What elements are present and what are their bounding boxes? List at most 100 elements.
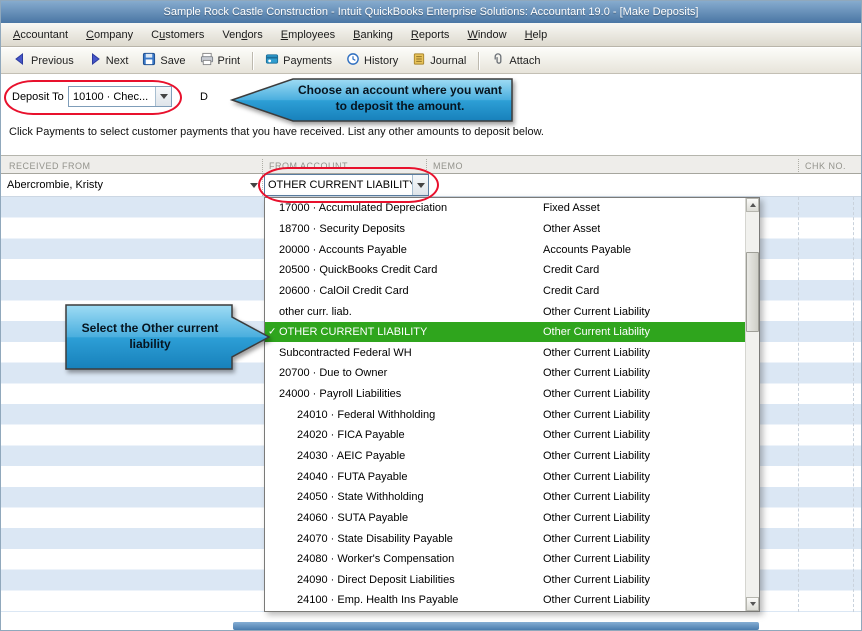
account-type: Other Current Liability xyxy=(543,594,650,607)
menu-bar: Accountant Company Customers Vendors Emp… xyxy=(1,23,861,47)
column-divider xyxy=(853,197,854,612)
account-dropdown-list: 17000 · Accumulated Depreciation Fixed A… xyxy=(264,197,760,612)
next-button[interactable]: Next xyxy=(81,50,136,72)
menu-item[interactable]: Employees xyxy=(272,25,344,45)
window-title: Sample Rock Castle Construction - Intuit… xyxy=(163,6,699,18)
account-option[interactable]: 24090 · Direct Deposit Liabilities Other… xyxy=(265,570,745,591)
date-label-partial: D xyxy=(200,91,208,103)
received-from-dropdown-button[interactable] xyxy=(246,182,262,188)
account-option[interactable]: 24000 · Payroll Liabilities Other Curren… xyxy=(265,384,745,405)
account-option[interactable]: 20700 · Due to Owner Other Current Liabi… xyxy=(265,363,745,384)
account-name: 20600 · CalOil Credit Card xyxy=(279,284,409,297)
window-bottom-edge xyxy=(233,622,759,630)
account-name: 24000 · Payroll Liabilities xyxy=(279,388,402,401)
scroll-down-button[interactable] xyxy=(746,597,759,611)
account-type: Other Current Liability xyxy=(543,573,650,586)
account-dropdown-items: 17000 · Accumulated Depreciation Fixed A… xyxy=(265,198,745,611)
received-from-value: Abercrombie, Kristy xyxy=(7,179,103,191)
scrollbar-thumb[interactable] xyxy=(746,252,759,332)
previous-arrow-icon xyxy=(13,52,27,69)
account-type: Other Current Liability xyxy=(543,491,650,504)
account-option[interactable]: 24100 · Emp. Health Ins Payable Other Cu… xyxy=(265,590,745,611)
account-name: 24020 · FICA Payable xyxy=(297,429,405,442)
triangle-down-icon xyxy=(749,602,756,606)
from-account-dropdown-button[interactable] xyxy=(412,175,428,195)
print-button[interactable]: Print xyxy=(193,50,248,72)
account-option[interactable]: 24010 · Federal Withholding Other Curren… xyxy=(265,404,745,425)
account-name: 24010 · Federal Withholding xyxy=(297,408,436,421)
account-type: Other Current Liability xyxy=(543,429,650,442)
received-from-combobox[interactable]: Abercrombie, Kristy xyxy=(1,174,263,196)
account-name: 24050 · State Withholding xyxy=(297,491,424,504)
account-type: Other Current Liability xyxy=(543,470,650,483)
column-divider xyxy=(262,159,263,172)
account-type: Other Current Liability xyxy=(543,532,650,545)
payments-button[interactable]: Payments xyxy=(258,50,339,72)
account-name: other curr. liab. xyxy=(279,305,352,318)
account-name: 20700 · Due to Owner xyxy=(279,367,388,380)
account-option[interactable]: 20500 · QuickBooks Credit Card Credit Ca… xyxy=(265,260,745,281)
menu-item[interactable]: Reports xyxy=(402,25,459,45)
account-type: Other Current Liability xyxy=(543,388,650,401)
account-option[interactable]: OTHER CURRENT LIABILITY Other Current Li… xyxy=(265,321,745,343)
account-option[interactable]: 24020 · FICA Payable Other Current Liabi… xyxy=(265,425,745,446)
menu-item[interactable]: Accountant xyxy=(4,25,77,45)
deposit-to-dropdown-button[interactable] xyxy=(155,87,171,106)
from-account-value: OTHER CURRENT LIABILITY xyxy=(268,179,412,191)
account-type: Other Current Liability xyxy=(543,326,650,339)
account-option[interactable]: 20600 · CalOil Credit Card Credit Card xyxy=(265,281,745,302)
account-type: Other Current Liability xyxy=(543,408,650,421)
deposit-to-label: Deposit To xyxy=(12,91,64,103)
account-option[interactable]: 18700 · Security Deposits Other Asset xyxy=(265,219,745,240)
account-option[interactable]: 24070 · State Disability Payable Other C… xyxy=(265,528,745,549)
paperclip-icon xyxy=(491,52,505,69)
toolbar-separator xyxy=(478,51,480,70)
account-type: Other Current Liability xyxy=(543,346,650,359)
account-option[interactable]: 24060 · SUTA Payable Other Current Liabi… xyxy=(265,508,745,529)
history-button[interactable]: History xyxy=(339,50,405,72)
account-type: Credit Card xyxy=(543,284,600,297)
account-option[interactable]: 24050 · State Withholding Other Current … xyxy=(265,487,745,508)
journal-button[interactable]: Journal xyxy=(405,50,473,72)
menu-item[interactable]: Customers xyxy=(142,25,213,45)
menu-item[interactable]: Company xyxy=(77,25,142,45)
save-button[interactable]: Save xyxy=(135,50,192,72)
from-account-combobox[interactable]: OTHER CURRENT LIABILITY xyxy=(264,174,429,196)
chevron-down-icon xyxy=(416,182,425,188)
make-deposits-window: Sample Rock Castle Construction - Intuit… xyxy=(0,0,862,631)
account-option[interactable]: other curr. liab. Other Current Liabilit… xyxy=(265,301,745,322)
attach-button[interactable]: Attach xyxy=(484,50,547,72)
account-name: 24070 · State Disability Payable xyxy=(297,532,453,545)
account-name: 18700 · Security Deposits xyxy=(279,222,405,235)
column-header-received-from: RECEIVED FROM xyxy=(9,161,91,171)
account-name: 24100 · Emp. Health Ins Payable xyxy=(297,594,459,607)
callout-text: Choose an account where you want to depo… xyxy=(297,83,503,113)
account-name: 24030 · AEIC Payable xyxy=(297,450,406,462)
account-type: Other Asset xyxy=(543,222,601,235)
menu-item[interactable]: Vendors xyxy=(213,25,271,45)
account-option[interactable]: 24080 · Worker's Compensation Other Curr… xyxy=(265,549,745,570)
account-name: 20000 · Accounts Payable xyxy=(279,243,407,256)
menu-item[interactable]: Help xyxy=(516,25,557,45)
account-option[interactable]: Subcontracted Federal WH Other Current L… xyxy=(265,342,745,363)
triangle-up-icon xyxy=(749,203,756,207)
dropdown-scrollbar[interactable] xyxy=(745,198,759,611)
payments-icon xyxy=(265,52,279,69)
account-option[interactable]: 20000 · Accounts Payable Accounts Payabl… xyxy=(265,239,745,260)
grid-header-row: RECEIVED FROM FROM ACCOUNT MEMO CHK NO. xyxy=(1,155,861,174)
deposit-to-combobox[interactable]: 10100 · Chec... xyxy=(68,86,172,107)
history-clock-icon xyxy=(346,52,360,69)
previous-button[interactable]: Previous xyxy=(6,50,81,72)
column-header-memo: MEMO xyxy=(433,161,463,171)
column-divider xyxy=(798,197,799,612)
column-divider xyxy=(426,159,427,172)
menu-item[interactable]: Window xyxy=(458,25,515,45)
title-bar: Sample Rock Castle Construction - Intuit… xyxy=(1,1,861,23)
account-option[interactable]: 24040 · FUTA Payable Other Current Liabi… xyxy=(265,466,745,487)
account-option[interactable]: 24030 · AEIC Payable Other Current Liabi… xyxy=(265,446,745,467)
account-option[interactable]: 17000 · Accumulated Depreciation Fixed A… xyxy=(265,198,745,219)
account-name: 24080 · Worker's Compensation xyxy=(297,553,455,566)
save-icon xyxy=(142,52,156,69)
scroll-up-button[interactable] xyxy=(746,198,759,212)
menu-item[interactable]: Banking xyxy=(344,25,402,45)
